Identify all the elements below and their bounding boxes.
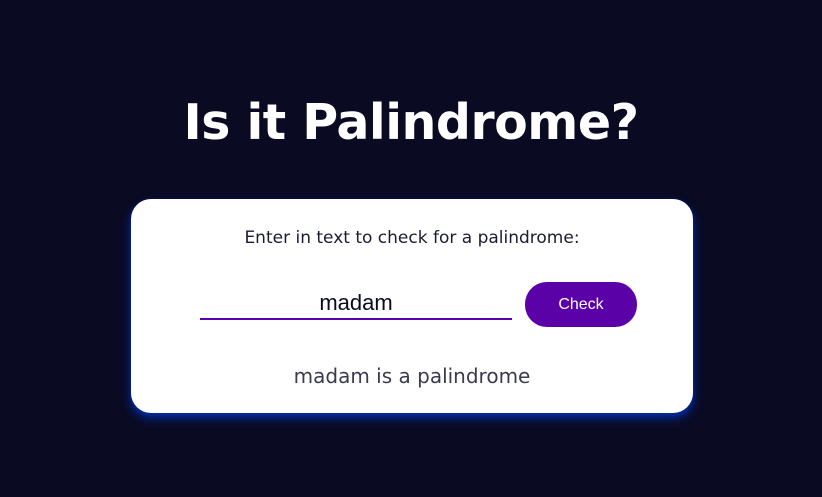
result-text: madam is a palindrome bbox=[293, 364, 531, 388]
check-button[interactable]: Check bbox=[525, 282, 637, 327]
palindrome-checker-card: Enter in text to check for a palindrome:… bbox=[131, 199, 693, 413]
text-input[interactable] bbox=[200, 288, 512, 320]
page-title: Is it Palindrome? bbox=[183, 94, 640, 151]
input-instructions-label: Enter in text to check for a palindrome: bbox=[244, 228, 580, 248]
